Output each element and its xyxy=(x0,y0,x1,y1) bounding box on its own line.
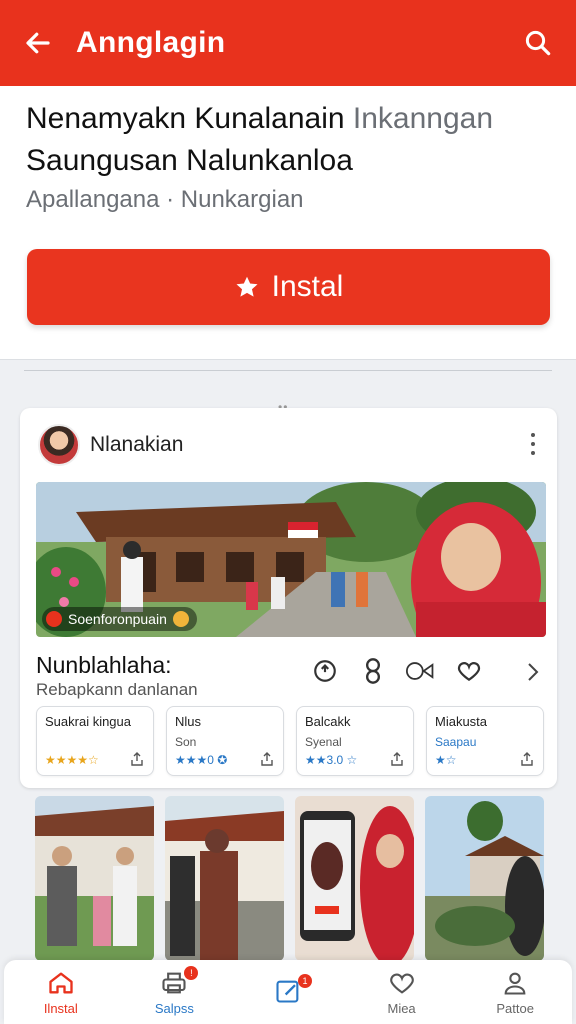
photo-thumbnail[interactable] xyxy=(165,796,284,961)
notification-badge: 1 xyxy=(297,973,312,988)
search-icon xyxy=(525,30,551,56)
link-button[interactable] xyxy=(358,656,388,686)
headline-main: Nenamyakn Kunalanain xyxy=(26,102,353,135)
share-icon xyxy=(521,752,533,766)
app-headline: Nenamyakn Kunalanain Inkanngan Saungusan… xyxy=(26,98,556,182)
couple-photo-image xyxy=(165,796,284,961)
mini-card[interactable]: Nlus Son ★★★0 ✪ xyxy=(166,706,284,776)
photo-thumbnail[interactable] xyxy=(425,796,544,961)
mini-card[interactable]: Suakrai kingua ★★★★☆ xyxy=(36,706,154,776)
share-icon xyxy=(391,752,403,766)
photo-grid xyxy=(35,796,547,961)
mini-card-title: Nlus xyxy=(175,714,202,729)
bottom-navigation: Ilnstal ! Salpss 1 Miea Pattoe xyxy=(4,960,572,1024)
page-title: Annglagin xyxy=(76,26,226,59)
action-bar xyxy=(310,656,484,686)
link-icon xyxy=(366,658,380,684)
nav-label: Salpss xyxy=(154,1001,194,1016)
nav-item-edit[interactable]: 1 xyxy=(238,962,338,1022)
share-icon xyxy=(261,752,273,766)
nav-item-home[interactable]: Ilnstal xyxy=(11,962,111,1022)
divider xyxy=(24,370,552,371)
more-dot-icon xyxy=(531,432,535,437)
user-icon xyxy=(504,972,526,995)
mini-card-title: Miakusta xyxy=(435,714,488,729)
share-icon xyxy=(314,660,336,682)
photo-thumbnail[interactable] xyxy=(295,796,414,961)
play-icon xyxy=(406,662,434,680)
nav-item-favorites[interactable]: Miea xyxy=(352,962,452,1022)
hero-image[interactable]: Soenforonpuain xyxy=(36,482,546,637)
app-meta: Apallangana · Nunkargian xyxy=(26,186,304,213)
app-info: Nenamyakn Kunalanain Inkanngan Saungusan… xyxy=(0,86,576,360)
star-icon xyxy=(236,276,258,297)
like-button[interactable] xyxy=(454,656,484,686)
author-name[interactable]: Nlanakian xyxy=(90,433,183,457)
chevron-right-icon xyxy=(528,663,539,681)
badge-icon xyxy=(172,611,189,627)
post-card: Nlanakian Soenforonpuain Nunblahlaha: Re… xyxy=(20,408,557,788)
section-subtitle: Rebapkann danlanan xyxy=(36,680,198,699)
headline-line2: Saungusan Nalunkanloa xyxy=(26,144,353,177)
family-photo-image xyxy=(35,796,154,961)
nav-label: Pattoe xyxy=(496,1001,534,1016)
nav-label: Miea xyxy=(387,1001,416,1016)
nav-item-print[interactable]: ! Salpss xyxy=(124,962,224,1022)
location-icon xyxy=(46,611,62,627)
home-icon xyxy=(49,972,73,994)
more-dot-icon xyxy=(531,451,535,456)
share-button[interactable] xyxy=(310,656,340,686)
mini-card-rating: ★★★★☆ xyxy=(45,753,99,767)
hero-caption-text: Soenforonpuain xyxy=(68,611,167,627)
play-button[interactable] xyxy=(406,656,436,686)
mini-card-title: Suakrai kingua xyxy=(45,714,131,729)
mini-card-rating: ★★3.0 ☆ xyxy=(305,753,358,767)
notification-badge: ! xyxy=(184,966,199,980)
next-button[interactable] xyxy=(523,658,543,686)
market-photo-image xyxy=(425,796,544,961)
app-bar: Annglagin xyxy=(0,0,576,86)
hero-caption: Soenforonpuain xyxy=(42,607,197,631)
share-icon xyxy=(131,752,143,766)
mini-card-subtitle: Son xyxy=(175,735,197,749)
mini-card-subtitle: Saapau xyxy=(435,735,477,749)
arrow-left-icon xyxy=(26,32,50,54)
install-button[interactable]: Instal xyxy=(27,249,550,325)
mini-card-rating: ★☆ xyxy=(435,753,457,767)
more-dot-icon xyxy=(531,441,535,446)
mini-card-subtitle: Syenal xyxy=(305,735,342,749)
heart-icon xyxy=(389,973,414,994)
mini-card[interactable]: Miakusta Saapau ★☆ xyxy=(426,706,544,776)
search-button[interactable] xyxy=(518,23,558,63)
more-options-button[interactable] xyxy=(523,430,543,458)
heart-icon xyxy=(457,662,481,681)
headline-muted: Inkanngan xyxy=(352,102,494,135)
mini-card-rating: ★★★0 ✪ xyxy=(175,753,228,767)
avatar[interactable] xyxy=(38,424,80,466)
nav-item-profile[interactable]: Pattoe xyxy=(465,962,565,1022)
phone-photo-image xyxy=(295,796,414,961)
nav-label: Ilnstal xyxy=(43,1001,78,1016)
section-title: Nunblahlaha: xyxy=(36,652,172,678)
install-label: Instal xyxy=(271,270,344,303)
mini-card[interactable]: Balcakk Syenal ★★3.0 ☆ xyxy=(296,706,414,776)
back-button[interactable] xyxy=(18,23,58,63)
mini-card-title: Balcakk xyxy=(305,714,351,729)
mini-card-row: Suakrai kingua ★★★★☆ Nlus Son ★★★0 ✪ Bal… xyxy=(36,706,546,776)
photo-thumbnail[interactable] xyxy=(35,796,154,961)
